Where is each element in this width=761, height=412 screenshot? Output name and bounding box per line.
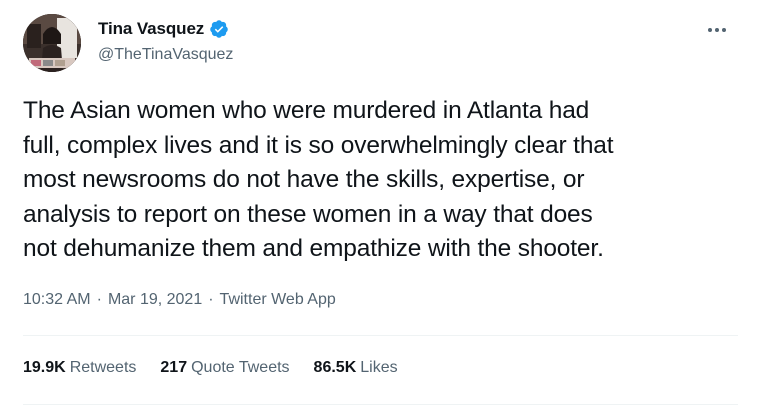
tweet-text: The Asian women who were murdered in Atl… — [23, 94, 738, 267]
quote-tweets-count: 217 — [160, 359, 188, 376]
tweet-date[interactable]: Mar 19, 2021 — [108, 291, 202, 309]
divider — [23, 404, 738, 405]
retweets-label: Retweets — [69, 359, 137, 376]
more-horizontal-icon[interactable] — [703, 22, 731, 38]
likes-label: Likes — [360, 359, 398, 376]
tweet-text-line: not dehumanize them and empathize with t… — [23, 235, 604, 262]
author-handle[interactable]: @TheTinaVasquez — [98, 46, 233, 64]
author-name-row: Tina Vasquez — [98, 19, 229, 39]
avatar[interactable] — [23, 14, 81, 72]
tweet-source[interactable]: Twitter Web App — [220, 291, 336, 309]
retweets-stat[interactable]: 19.9K Retweets — [23, 359, 136, 377]
likes-count: 86.5K — [313, 359, 357, 376]
author-name[interactable]: Tina Vasquez — [98, 19, 204, 39]
meta-separator: · — [208, 291, 214, 308]
tweet-text-line: analysis to report on these women in a w… — [23, 200, 593, 228]
tweet-text-line: full, complex lives and it is so overwhe… — [23, 131, 614, 159]
retweets-count: 19.9K — [23, 359, 66, 376]
tweet-time[interactable]: 10:32 AM — [23, 291, 91, 309]
tweet-metadata: 10:32 AM · Mar 19, 2021 · Twitter Web Ap… — [23, 291, 336, 309]
tweet-text-line: The Asian women who were murdered in Atl… — [23, 97, 590, 124]
divider — [23, 335, 738, 336]
tweet-card: Tina Vasquez @TheTinaVasquez The Asian w… — [0, 0, 761, 412]
meta-separator: · — [96, 291, 102, 308]
tweet-text-line: most newsrooms do not have the skills, e… — [23, 166, 585, 193]
quote-tweets-stat[interactable]: 217 Quote Tweets — [160, 359, 289, 377]
engagement-stats: 19.9K Retweets 217 Quote Tweets 86.5K Li… — [23, 359, 398, 377]
likes-stat[interactable]: 86.5K Likes — [314, 359, 398, 377]
quote-tweets-label: Quote Tweets — [191, 359, 290, 376]
verified-badge-icon — [209, 19, 229, 39]
avatar-image — [23, 14, 81, 72]
